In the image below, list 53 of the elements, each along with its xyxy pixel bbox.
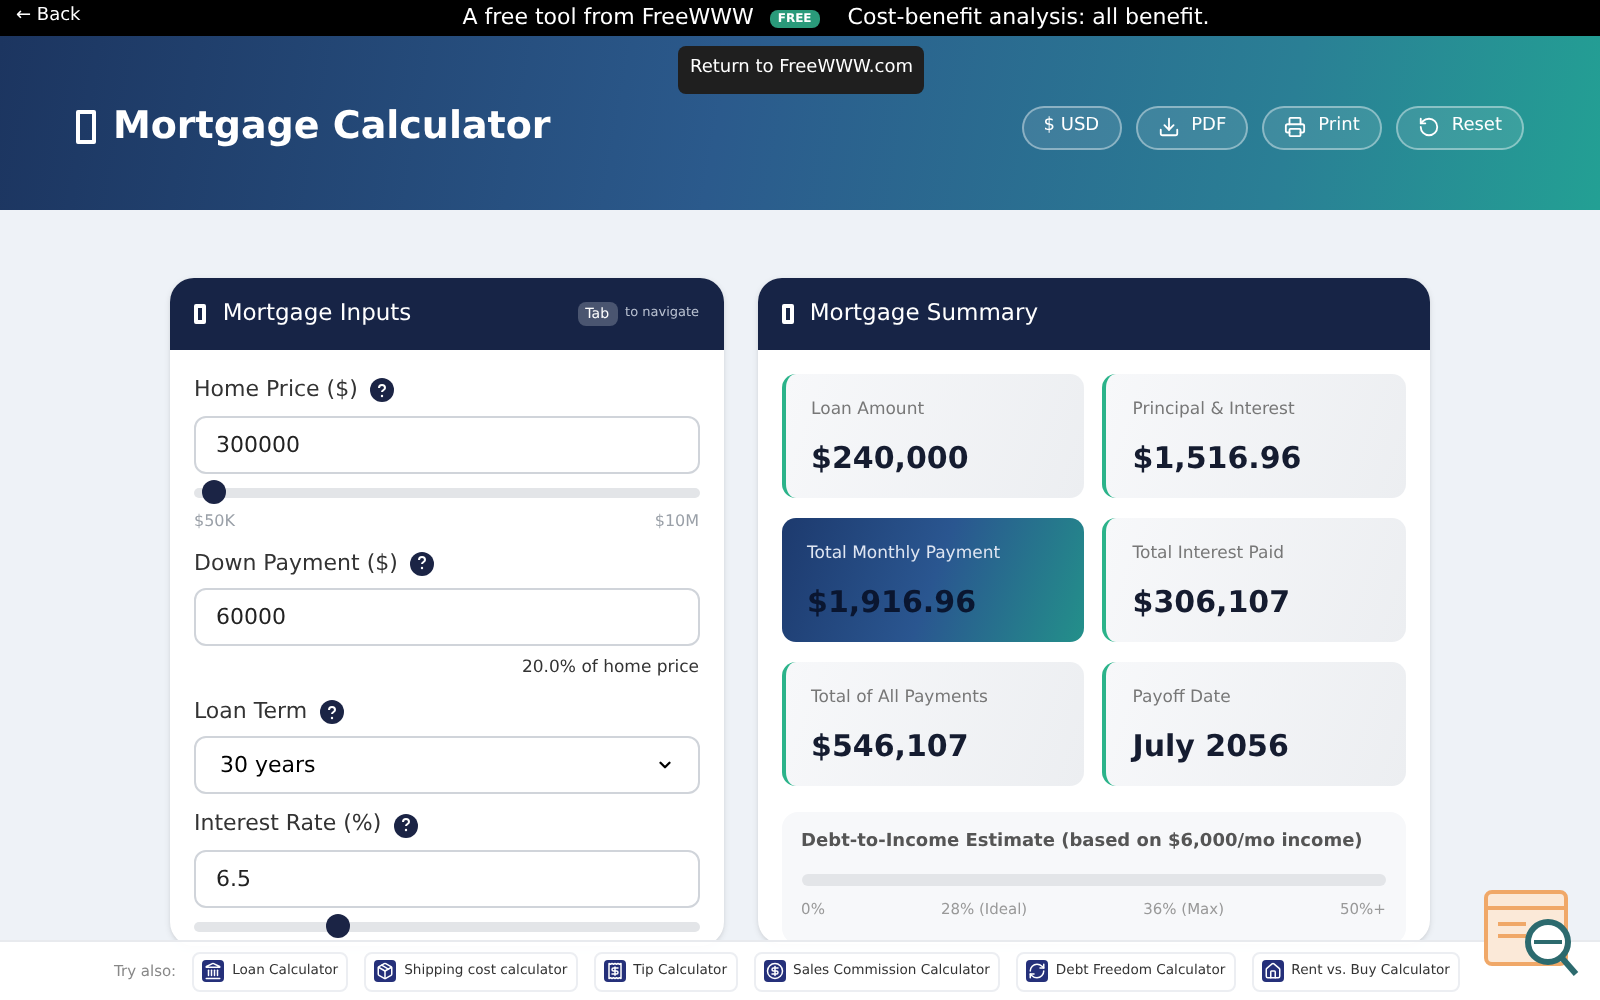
field-label: Interest Rate (%) xyxy=(194,808,382,841)
slider-thumb[interactable] xyxy=(326,914,351,939)
slogan: Cost-benefit analysis: all benefit. xyxy=(847,1,1210,34)
field-note: 20.0% of home price xyxy=(519,656,700,682)
stat-label: Total of All Payments xyxy=(811,686,990,712)
missing-glyph-icon xyxy=(781,303,794,325)
slider[interactable] xyxy=(194,921,700,932)
printer-icon xyxy=(1284,116,1307,138)
input-field[interactable]: 300000 xyxy=(194,415,700,473)
currency-button[interactable]: $ USD xyxy=(1021,105,1122,149)
help-icon[interactable] xyxy=(393,813,418,837)
input-field[interactable]: 60000 xyxy=(194,588,700,646)
page-title: Mortgage Calculator xyxy=(76,98,551,156)
stat-label: Loan Amount xyxy=(811,398,927,424)
field-label: Home Price ($) xyxy=(194,374,358,406)
back-link[interactable]: ← Back xyxy=(16,4,81,32)
missing-glyph-icon xyxy=(194,303,207,325)
bank-icon xyxy=(202,960,225,982)
field-label: Down Payment ($) xyxy=(194,547,398,579)
card-title: Mortgage Summary xyxy=(781,296,1039,332)
download-button[interactable]: PDF xyxy=(1135,105,1249,149)
reset-icon xyxy=(1417,116,1440,138)
dti-title: Debt-to-Income Estimate (based on $6,000/mo income) xyxy=(801,830,1365,856)
input-field[interactable]: 6.5 xyxy=(194,849,700,908)
help-icon[interactable] xyxy=(369,378,394,403)
stat-value: $1,516.96 xyxy=(1132,437,1304,480)
stat-value: $1,916.96 xyxy=(807,581,979,624)
select-field[interactable]: 30 years xyxy=(194,736,700,795)
receipt-icon xyxy=(603,960,626,982)
missing-glyph-icon xyxy=(76,109,97,145)
stat-label: Principal & Interest xyxy=(1132,398,1297,424)
house-icon xyxy=(1261,960,1284,982)
stat-value: $546,107 xyxy=(811,725,971,768)
cycle-icon xyxy=(1025,960,1048,982)
download-icon xyxy=(1157,116,1180,138)
help-icon[interactable] xyxy=(409,551,434,576)
print-button[interactable]: Print xyxy=(1262,105,1382,149)
stat-label: Payoff Date xyxy=(1132,686,1233,712)
coin-icon xyxy=(763,960,785,982)
stat-value: $306,107 xyxy=(1132,581,1293,624)
stat-label: Total Interest Paid xyxy=(1132,542,1286,568)
stat-value: July 2056 xyxy=(1132,725,1291,768)
slider-min-label: $50K xyxy=(194,509,236,533)
tagline: A free tool from FreeWWW xyxy=(462,1,754,34)
tooltip: Return to FreeWWW.com xyxy=(678,46,925,93)
field-label: Loan Term xyxy=(194,695,308,728)
slider-max-label: $10M xyxy=(654,509,700,533)
card-title: Mortgage Inputs xyxy=(194,296,412,332)
slider-thumb[interactable] xyxy=(202,480,227,504)
stat-label: Total Monthly Payment xyxy=(807,542,1003,568)
box-icon xyxy=(374,960,397,982)
help-icon[interactable] xyxy=(319,700,344,724)
stat-value: $240,000 xyxy=(811,437,971,480)
